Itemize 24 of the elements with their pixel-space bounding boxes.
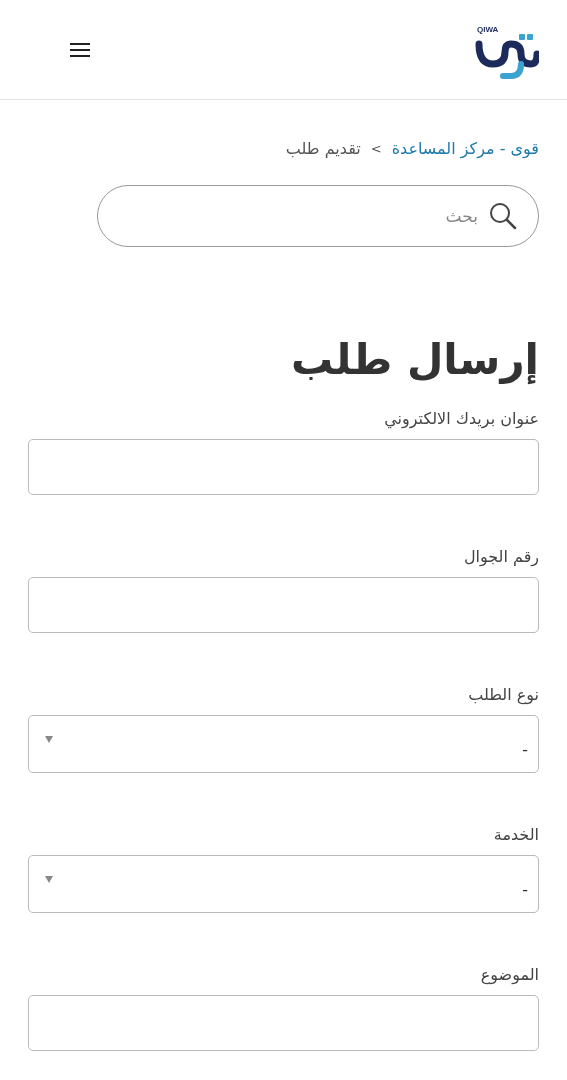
input-field[interactable] xyxy=(28,439,539,496)
logo-text: QIWA xyxy=(477,23,499,36)
select-value: - xyxy=(522,879,528,902)
breadcrumb-separator: > xyxy=(370,140,382,159)
field-label: نوع الطلب xyxy=(467,684,539,707)
input-field[interactable] xyxy=(28,577,539,634)
logo-mark-icon xyxy=(475,33,539,80)
select-field[interactable]: - xyxy=(28,855,539,914)
search-field[interactable]: بحث xyxy=(97,185,539,247)
menu-icon xyxy=(70,42,90,57)
select-value: - xyxy=(522,739,528,762)
breadcrumb-link[interactable]: قوى - مركز المساعدة xyxy=(391,137,539,161)
select-field[interactable]: - xyxy=(28,715,539,774)
field-label: الموضوع xyxy=(479,964,539,987)
field-label: عنوان بريدك الالكتروني xyxy=(383,408,539,431)
dropdown-arrow-icon xyxy=(45,876,53,884)
field-label: الخدمة xyxy=(492,824,539,847)
input-field[interactable] xyxy=(28,995,539,1052)
breadcrumb-current: تقديم طلب xyxy=(285,138,361,160)
page-title: إرسال طلب xyxy=(290,335,540,386)
field-label: رقم الجوال xyxy=(462,546,539,569)
logo[interactable]: QIWA xyxy=(475,19,539,80)
dropdown-arrow-icon xyxy=(45,736,53,744)
search-icon xyxy=(489,202,517,230)
